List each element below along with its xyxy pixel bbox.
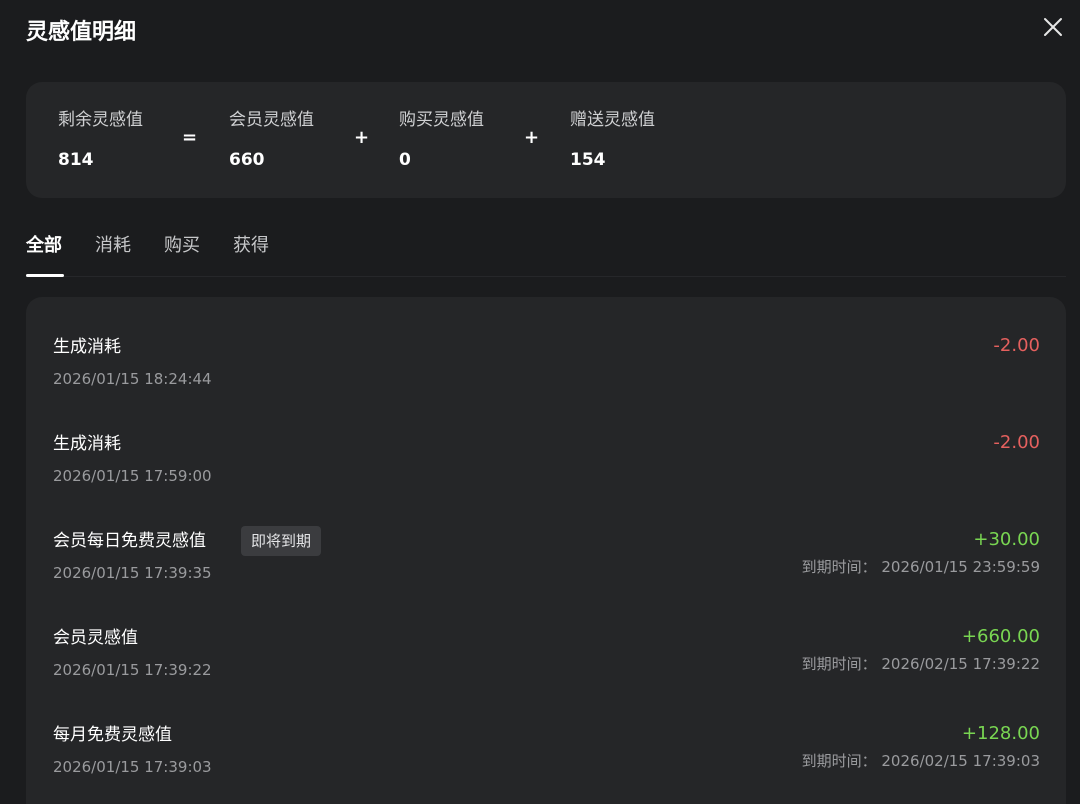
active-tab-indicator (26, 274, 64, 277)
list-item: 每月免费灵感值 2026/01/15 17:39:03 +128.00 到期时间… (26, 685, 1066, 782)
record-time: 2026/01/15 17:59:00 (53, 467, 212, 485)
record-amount: +128.00 (961, 723, 1040, 744)
stat-purchased-value: 0 (399, 150, 411, 170)
tab-all[interactable]: 全部 (26, 234, 62, 258)
stat-gifted-value: 154 (570, 150, 606, 170)
stat-member-value: 660 (229, 150, 265, 170)
dialog-title: 灵感值明细 (26, 20, 137, 45)
record-title: 生成消耗 (53, 337, 121, 357)
record-amount: -2.00 (993, 335, 1040, 356)
list-item: 会员每日免费灵感值 即将到期 2026/01/15 17:39:35 +30.0… (26, 491, 1066, 588)
plus-sign: + (524, 127, 540, 148)
filter-tabs: 全部 消耗 购买 获得 (26, 226, 1066, 277)
plus-sign: + (354, 127, 370, 148)
stat-purchased-label: 购买灵感值 (399, 110, 484, 130)
tab-earned[interactable]: 获得 (233, 234, 269, 258)
record-amount: -2.00 (993, 432, 1040, 453)
list-item: 生成消耗 2026/01/15 18:24:44 -2.00 (26, 297, 1066, 394)
close-button[interactable] (1040, 14, 1066, 40)
record-amount: +30.00 (973, 529, 1040, 550)
points-detail-dialog: 灵感值明细 剩余灵感值 814 = 会员灵感值 660 + 购买灵感值 0 + … (0, 0, 1080, 804)
record-title: 生成消耗 (53, 434, 121, 454)
record-title: 每月免费灵感值 (53, 725, 172, 745)
record-expire-time: 到期时间： 2026/01/15 23:59:59 (801, 558, 1040, 576)
list-item: 会员灵感值 2026/01/15 17:39:22 +660.00 到期时间： … (26, 588, 1066, 685)
equals-sign: = (182, 127, 198, 148)
record-title: 会员每日免费灵感值 (53, 531, 206, 551)
tab-purchase[interactable]: 购买 (164, 234, 200, 258)
record-expire-time: 到期时间： 2026/02/15 17:39:22 (801, 655, 1040, 673)
record-title: 会员灵感值 (53, 628, 138, 648)
list-item: 生成消耗 2026/01/15 17:59:00 -2.00 (26, 394, 1066, 491)
tab-consume[interactable]: 消耗 (95, 234, 131, 258)
close-icon (1044, 18, 1062, 36)
stat-remaining-value: 814 (58, 150, 94, 170)
record-time: 2026/01/15 18:24:44 (53, 370, 212, 388)
record-time: 2026/01/15 17:39:35 (53, 564, 212, 582)
stat-gifted-label: 赠送灵感值 (570, 110, 655, 130)
expiring-soon-badge: 即将到期 (241, 526, 322, 556)
record-time: 2026/01/15 17:39:22 (53, 661, 212, 679)
points-summary-card: 剩余灵感值 814 = 会员灵感值 660 + 购买灵感值 0 + 赠送灵感值 … (26, 82, 1066, 198)
record-amount: +660.00 (961, 626, 1040, 647)
stat-member-label: 会员灵感值 (229, 110, 314, 130)
records-list: 生成消耗 2026/01/15 18:24:44 -2.00 生成消耗 2026… (26, 297, 1066, 804)
record-expire-time: 到期时间： 2026/02/15 17:39:03 (801, 752, 1040, 770)
record-time: 2026/01/15 17:39:03 (53, 758, 212, 776)
stat-remaining-label: 剩余灵感值 (58, 110, 143, 130)
